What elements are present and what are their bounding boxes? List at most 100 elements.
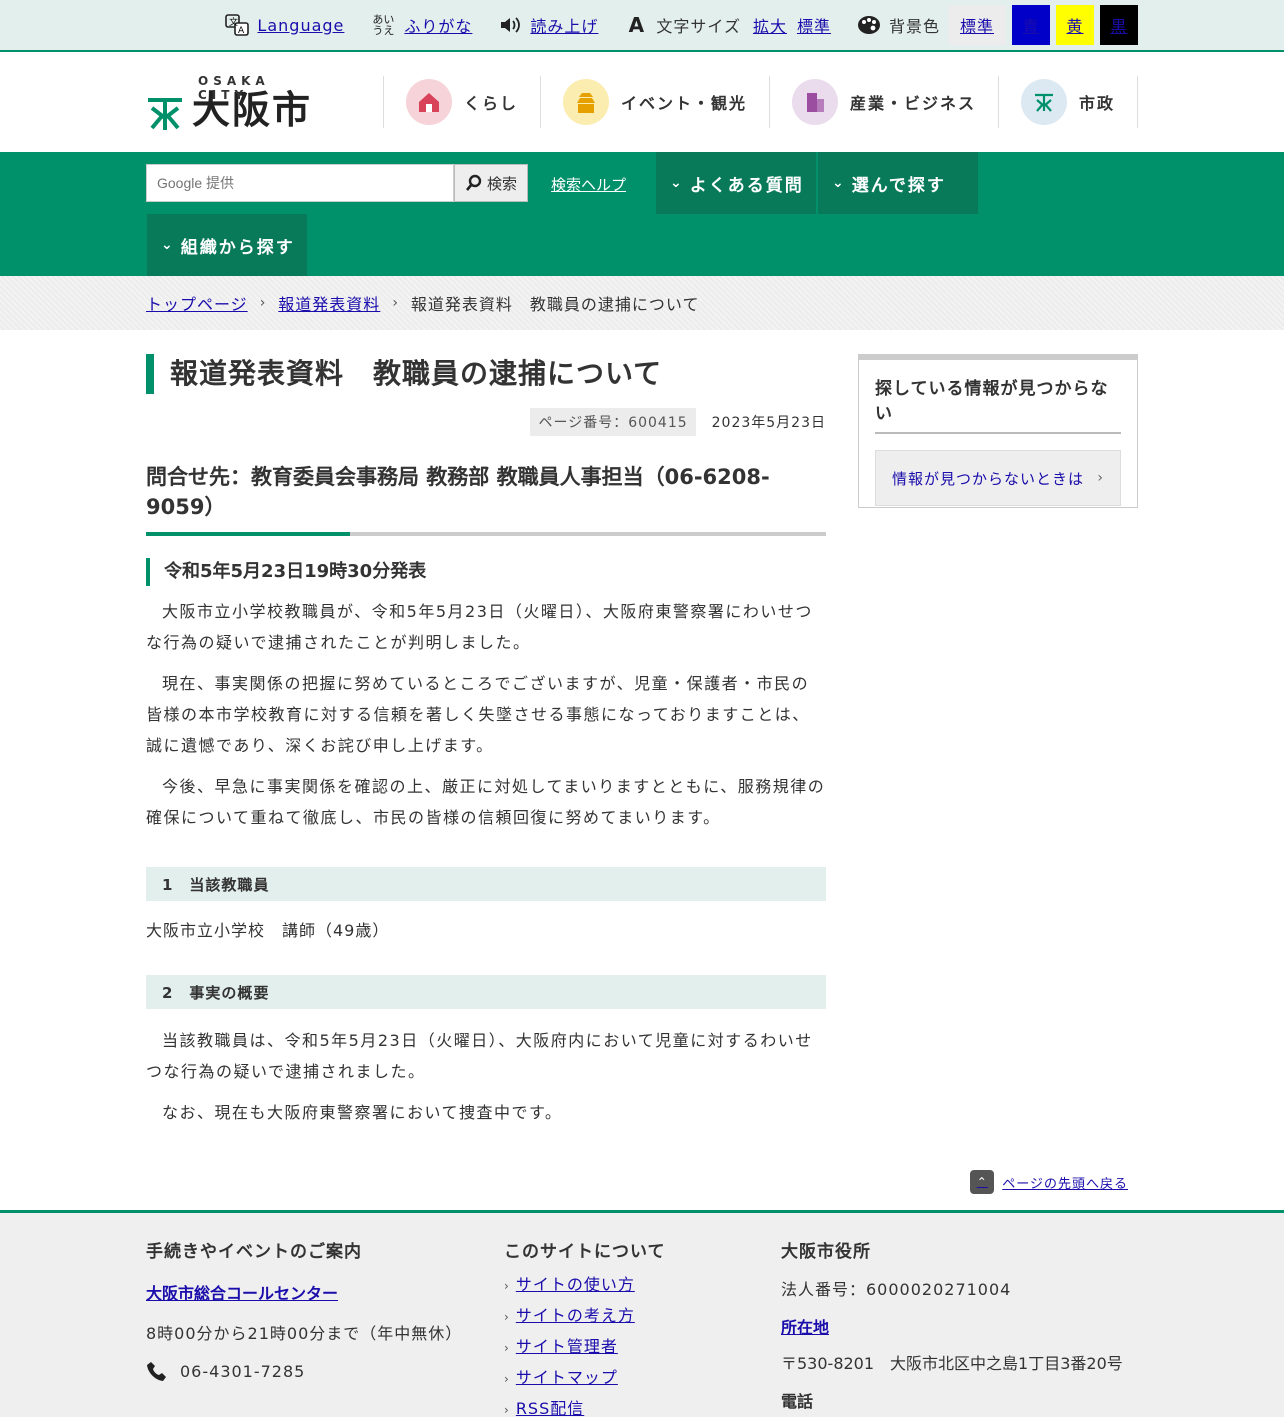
not-found-label: 情報が見つからないときは [892, 469, 1085, 488]
site-header: OSAKA CITY 大阪市 くらし イベント・観光 産業・ビジネス 市政 [0, 52, 1284, 152]
article-paragraph: 大阪市立小学校教職員が、令和5年5月23日（火曜日）、大阪府東警察署にわいせつな… [146, 602, 813, 652]
gnav-label: イベント・観光 [620, 94, 747, 113]
footer-link[interactable]: RSS配信 [516, 1399, 584, 1417]
chevron-right-icon: › [504, 1403, 510, 1417]
call-center-phone: 06-4301-7285 [146, 1360, 486, 1382]
contact-heading: 問合せ先：教育委員会事務局 教務部 教職員人事担当（06-6208-9059） [146, 462, 826, 536]
bg-color-label: 背景色 [888, 17, 940, 36]
language-link[interactable]: Language [257, 16, 344, 35]
breadcrumb-top[interactable]: トップページ [146, 291, 248, 315]
breadcrumb: トップページ › 報道発表資料 › 報道発表資料 教職員の逮捕について [0, 276, 1284, 330]
section2-paragraph: なお、現在も大阪府東警察署において捜査中です。 [162, 1103, 563, 1122]
chevron-down-icon: ⌄ [161, 237, 175, 253]
site-footer: 手続きやイベントのご案内 大阪市総合コールセンター 8時00分から21時00分ま… [0, 1210, 1284, 1417]
furigana-link[interactable]: ふりがな [404, 13, 472, 37]
chevron-right-icon: › [504, 1310, 510, 1324]
sidebar-not-found: 探している情報が見つからない 情報が見つからないときは › [858, 354, 1138, 508]
phone-icon [147, 1362, 166, 1381]
footer-guide-heading: 手続きやイベントのご案内 [146, 1242, 362, 1262]
page-date: 2023年5月23日 [711, 415, 826, 431]
footer-about: このサイトについて › サイトの使い方 › サイトの考え方 › サイト管理者 › サイト… [504, 1237, 754, 1417]
search-help-prefix: 検索 [551, 176, 582, 194]
search-button-label: 検索 [486, 174, 517, 193]
search-button[interactable]: 検索 [454, 164, 528, 202]
chevron-right-icon: › [392, 295, 399, 311]
chevron-right-icon: › [504, 1279, 510, 1293]
svg-text:A: A [238, 26, 245, 36]
back-to-top-link[interactable]: ⌃ ページの先頭へ戻る [970, 1170, 1128, 1194]
furigana-icon: あい うえ [372, 13, 395, 37]
call-center-link[interactable]: 大阪市総合コールセンター [146, 1284, 338, 1303]
search-bar: 検索 検索ヘルプ ⌄よくある質問 ⌄選んで探す ⌄組織から探す [0, 152, 1284, 276]
footer-link-item: › RSS配信 [504, 1394, 754, 1417]
call-center-hours: 8時00分から21時00分まで（年中無休） [146, 1324, 463, 1343]
footer-link-item: › サイトの使い方 [504, 1270, 754, 1301]
choose-label: 選んで探す [851, 175, 946, 196]
footer-link[interactable]: サイトの考え方 [516, 1306, 635, 1325]
gnav-item-living[interactable]: くらし [382, 76, 540, 128]
gnav-label: 産業・ビジネス [849, 94, 976, 113]
article-paragraph: 現在、事実関係の把握に努めているところでございますが、児童・保護者・市民の皆様の… [146, 674, 810, 755]
choose-dropdown[interactable]: ⌄ 選んで探す [818, 152, 978, 214]
announce-heading: 令和5年5月23日19時30分発表 [146, 558, 826, 586]
font-size-label: 文字サイズ [656, 17, 741, 36]
search-help-link[interactable]: 検索ヘルプ [551, 174, 626, 195]
section1-text: 大阪市立小学校 講師（49歳） [146, 921, 390, 940]
page-number: ページ番号：600415 [530, 408, 696, 436]
chevron-right-icon: › [259, 295, 267, 311]
footer-link[interactable]: サイト管理者 [516, 1337, 618, 1356]
footer-guide: 手続きやイベントのご案内 大阪市総合コールセンター 8時00分から21時00分ま… [146, 1237, 486, 1382]
section1-heading: 1 当該教職員 [146, 867, 826, 901]
search-form: 検索 [146, 164, 528, 202]
language-icon: 文A [225, 13, 250, 37]
bg-yellow-button[interactable]: 黄 [1056, 5, 1094, 45]
footer-link-item: › サイトの考え方 [504, 1301, 754, 1332]
footer-link[interactable]: サイトマップ [516, 1368, 618, 1387]
footer-link[interactable]: サイトの使い方 [516, 1275, 635, 1294]
font-enlarge-link[interactable]: 拡大 [753, 13, 787, 37]
gnav-item-city-government[interactable]: 市政 [997, 76, 1138, 128]
back-to-top-label: ページの先頭へ戻る [1002, 1176, 1128, 1192]
address: 〒530-8201 大阪市北区中之島1丁目3番20号 [781, 1354, 1123, 1373]
site-logo[interactable]: OSAKA CITY 大阪市 [146, 72, 326, 132]
bg-blue-button[interactable]: 青 [1012, 5, 1050, 45]
gnav-item-business[interactable]: 産業・ビジネス [768, 76, 998, 128]
font-size-icon: A [628, 13, 645, 37]
footer-about-heading: このサイトについて [504, 1242, 666, 1262]
search-input[interactable] [146, 164, 454, 202]
faq-dropdown[interactable]: ⌄ よくある質問 [656, 152, 816, 214]
org-dropdown[interactable]: ⌄ 組織から探す [147, 214, 307, 276]
city-emblem-icon [148, 98, 182, 130]
global-nav: くらし イベント・観光 産業・ビジネス 市政 [382, 76, 1138, 128]
page-meta: ページ番号：600415 2023年5月23日 [146, 408, 826, 436]
chevron-up-icon: ⌃ [970, 1170, 995, 1194]
section2-heading: 2 事実の概要 [146, 975, 826, 1009]
castle-icon [562, 79, 609, 125]
not-found-button[interactable]: 情報が見つからないときは › [875, 450, 1121, 506]
sidebar-title: 探している情報が見つからない [875, 374, 1121, 434]
search-icon [465, 174, 482, 191]
house-icon [405, 79, 452, 125]
breadcrumb-current: 報道発表資料 教職員の逮捕について [410, 295, 700, 314]
main-area: 報道発表資料 教職員の逮捕について ページ番号：600415 2023年5月23… [146, 330, 1138, 1210]
faq-label: よくある質問 [689, 175, 804, 196]
page-title: 報道発表資料 教職員の逮捕について [146, 354, 826, 394]
bg-standard-button[interactable]: 標準 [948, 5, 1006, 45]
bg-black-button[interactable]: 黒 [1100, 5, 1138, 45]
svg-text:文: 文 [229, 16, 238, 28]
location-link[interactable]: 所在地 [781, 1318, 829, 1337]
logo-subtitle: OSAKA CITY [198, 74, 270, 102]
breadcrumb-press[interactable]: 報道発表資料 [278, 291, 380, 315]
chevron-down-icon: ⌄ [670, 175, 684, 191]
font-standard-link[interactable]: 標準 [797, 13, 831, 37]
chevron-right-icon: › [1097, 470, 1104, 486]
search-help-text: ヘルプ [581, 176, 627, 194]
gnav-label: 市政 [1078, 94, 1115, 113]
org-label: 組織から探す [180, 237, 295, 258]
footer-city-hall-heading: 大阪市役所 [781, 1242, 871, 1262]
phone-number: 06-4301-7285 [180, 1361, 306, 1381]
gnav-item-events[interactable]: イベント・観光 [539, 76, 769, 128]
speaker-icon [498, 13, 522, 37]
read-aloud-link[interactable]: 読み上げ [530, 13, 598, 37]
section2-paragraph: 当該教職員は、令和5年5月23日（火曜日）、大阪府内において児童に対するわいせつ… [146, 1031, 813, 1081]
